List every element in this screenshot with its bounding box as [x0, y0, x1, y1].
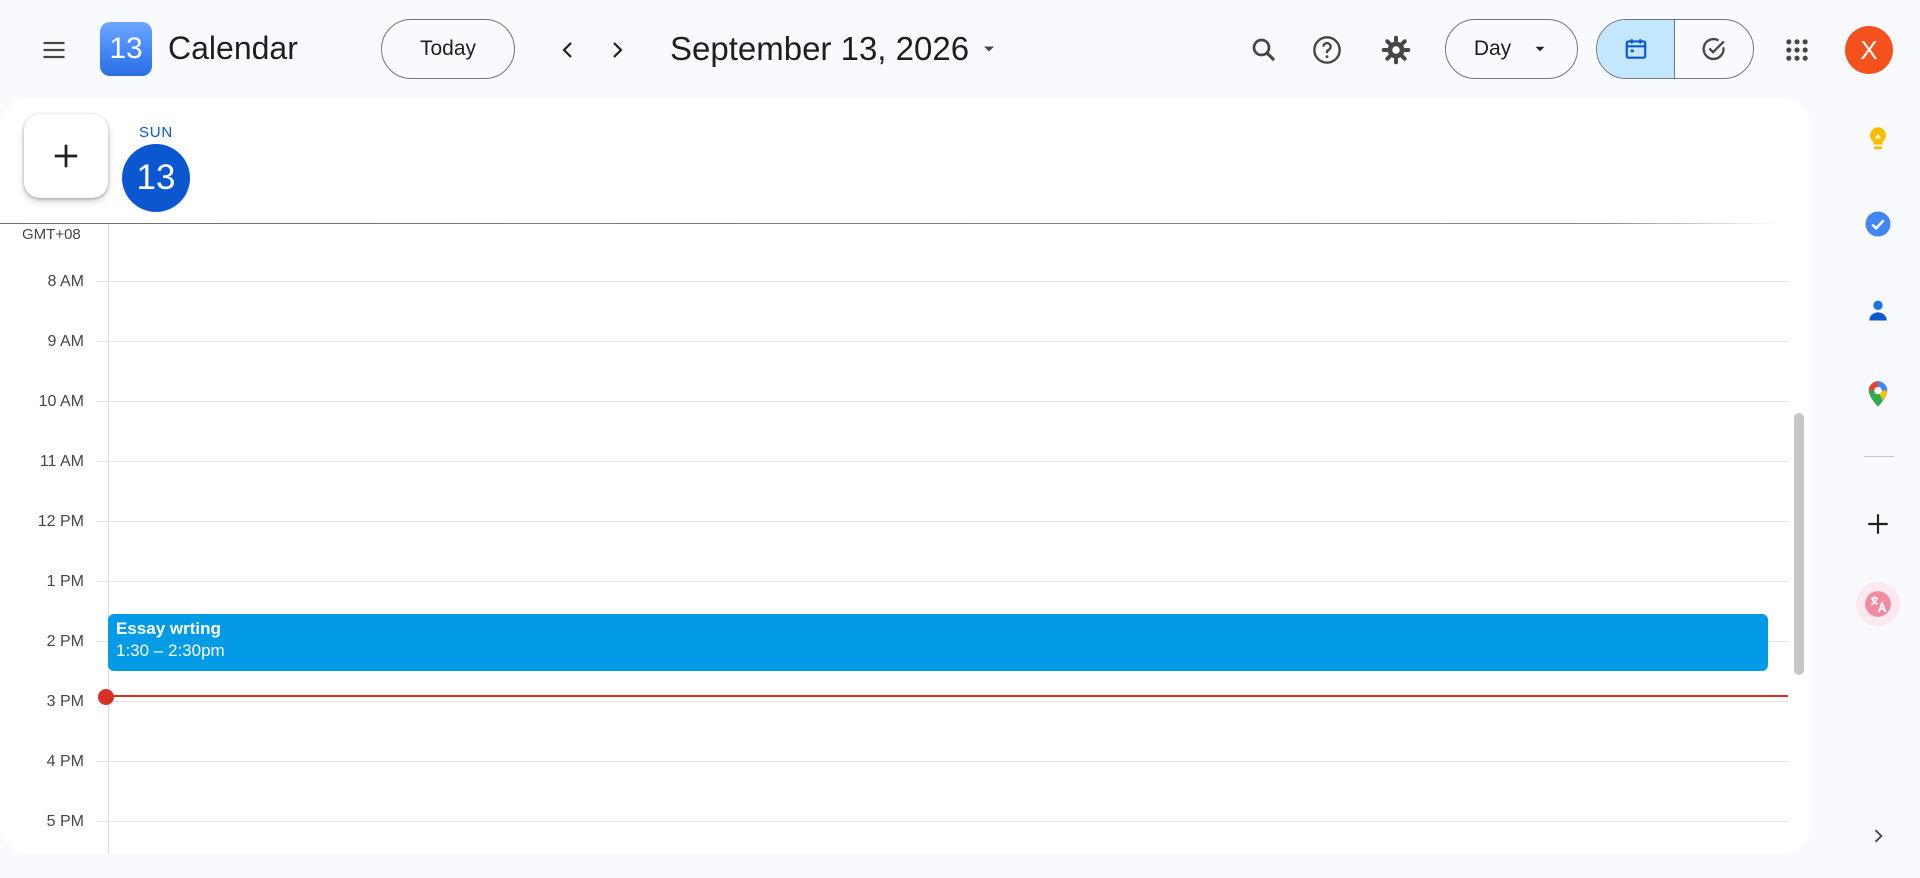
day-number-button[interactable]: 13 [122, 144, 190, 212]
day-of-week-label: SUN [138, 124, 174, 141]
hour-label: 5 PM [46, 813, 84, 830]
grid-vertical-line [108, 224, 109, 854]
side-panel [1840, 110, 1920, 878]
hour-label: 1 PM [46, 573, 84, 590]
plus-icon [54, 144, 78, 168]
previous-day-button[interactable] [544, 26, 592, 74]
hour-line [96, 761, 1788, 762]
hour-line [96, 521, 1788, 522]
date-title: September 13, 2026 [670, 30, 970, 67]
create-event-button[interactable] [24, 114, 108, 198]
calendar-icon [1625, 39, 1646, 59]
settings-button[interactable] [1372, 26, 1420, 74]
hour-label: 2 PM [46, 633, 84, 650]
calendar-logo[interactable]: 13 [100, 22, 152, 76]
event-time: 1:30 – 2:30pm [116, 641, 225, 660]
main-menu-button[interactable] [30, 26, 78, 74]
hour-line [96, 281, 1788, 282]
date-picker-dropdown[interactable]: September 13, 2026 [670, 28, 999, 70]
app-title[interactable]: Calendar [168, 30, 298, 67]
calendar-logo-icon: 13 [100, 22, 152, 76]
view-select-dropdown[interactable]: Day [1445, 19, 1578, 79]
chevron-left-icon [562, 42, 572, 58]
tasks-icon [1865, 211, 1891, 237]
hour-line [96, 341, 1788, 342]
time-grid[interactable]: 8 AM 9 AM 10 AM 11 AM 12 PM 1 PM 2 PM 3 … [0, 224, 1811, 854]
today-button[interactable]: Today [381, 19, 515, 79]
current-time-line [108, 695, 1788, 697]
logo-day: 13 [109, 32, 143, 65]
keep-button[interactable] [1856, 118, 1900, 162]
event-chip[interactable]: Essay wrting 1:30 – 2:30pm [108, 614, 1768, 671]
hour-label: 3 PM [46, 693, 84, 710]
search-icon [1252, 38, 1276, 62]
hour-label: 10 AM [38, 393, 84, 410]
maps-pin-icon [1868, 381, 1888, 407]
tasks-view-toggle[interactable] [1675, 20, 1753, 78]
next-day-button[interactable] [593, 26, 641, 74]
hamburger-menu-icon [43, 41, 65, 59]
hour-line [96, 581, 1788, 582]
help-button[interactable] [1303, 26, 1351, 74]
translate-addon-button[interactable] [1856, 582, 1900, 626]
tasks-button[interactable] [1856, 202, 1900, 246]
gear-icon [1381, 35, 1411, 65]
check-circle-icon [1702, 37, 1725, 61]
hour-line [96, 701, 1788, 702]
hour-line [96, 401, 1788, 402]
day-view-panel: SUN 13 GMT+08 8 AM 9 AM 10 AM 11 AM 12 P… [0, 98, 1811, 854]
top-bar: 13 Calendar Today September 13, 2026 Day [0, 0, 1920, 98]
hour-label: 4 PM [46, 753, 84, 770]
maps-button[interactable] [1856, 372, 1900, 416]
contacts-button[interactable] [1856, 288, 1900, 332]
hour-label: 9 AM [47, 333, 84, 350]
search-button[interactable] [1240, 26, 1288, 74]
keep-icon [1869, 127, 1887, 150]
side-panel-divider [1864, 456, 1894, 457]
hour-label: 11 AM [39, 453, 84, 470]
calendar-view-toggle[interactable] [1597, 20, 1675, 78]
hour-label: 12 PM [37, 513, 84, 530]
event-title: Essay wrting [116, 619, 221, 638]
chevron-right-icon [1874, 829, 1883, 843]
caret-down-icon [984, 46, 995, 52]
scrollbar-thumb[interactable] [1794, 413, 1804, 675]
calendar-tasks-toggle [1596, 19, 1754, 79]
translate-icon [1865, 591, 1891, 617]
get-add-ons-button[interactable] [1856, 502, 1900, 546]
help-icon [1313, 36, 1341, 64]
apps-grid-icon [1786, 39, 1808, 61]
hour-label: 8 AM [47, 273, 84, 290]
expand-side-panel-button[interactable] [1856, 814, 1900, 858]
contacts-icon [1869, 300, 1887, 321]
chevron-right-icon [613, 42, 623, 58]
current-time-dot [98, 689, 114, 705]
hour-line [96, 461, 1788, 462]
caret-down-icon [1535, 46, 1545, 52]
google-apps-button[interactable] [1773, 26, 1821, 74]
hour-line [96, 821, 1788, 822]
plus-icon [1868, 514, 1888, 534]
view-select-label: Day [1473, 37, 1512, 60]
account-avatar[interactable]: X [1845, 26, 1893, 74]
